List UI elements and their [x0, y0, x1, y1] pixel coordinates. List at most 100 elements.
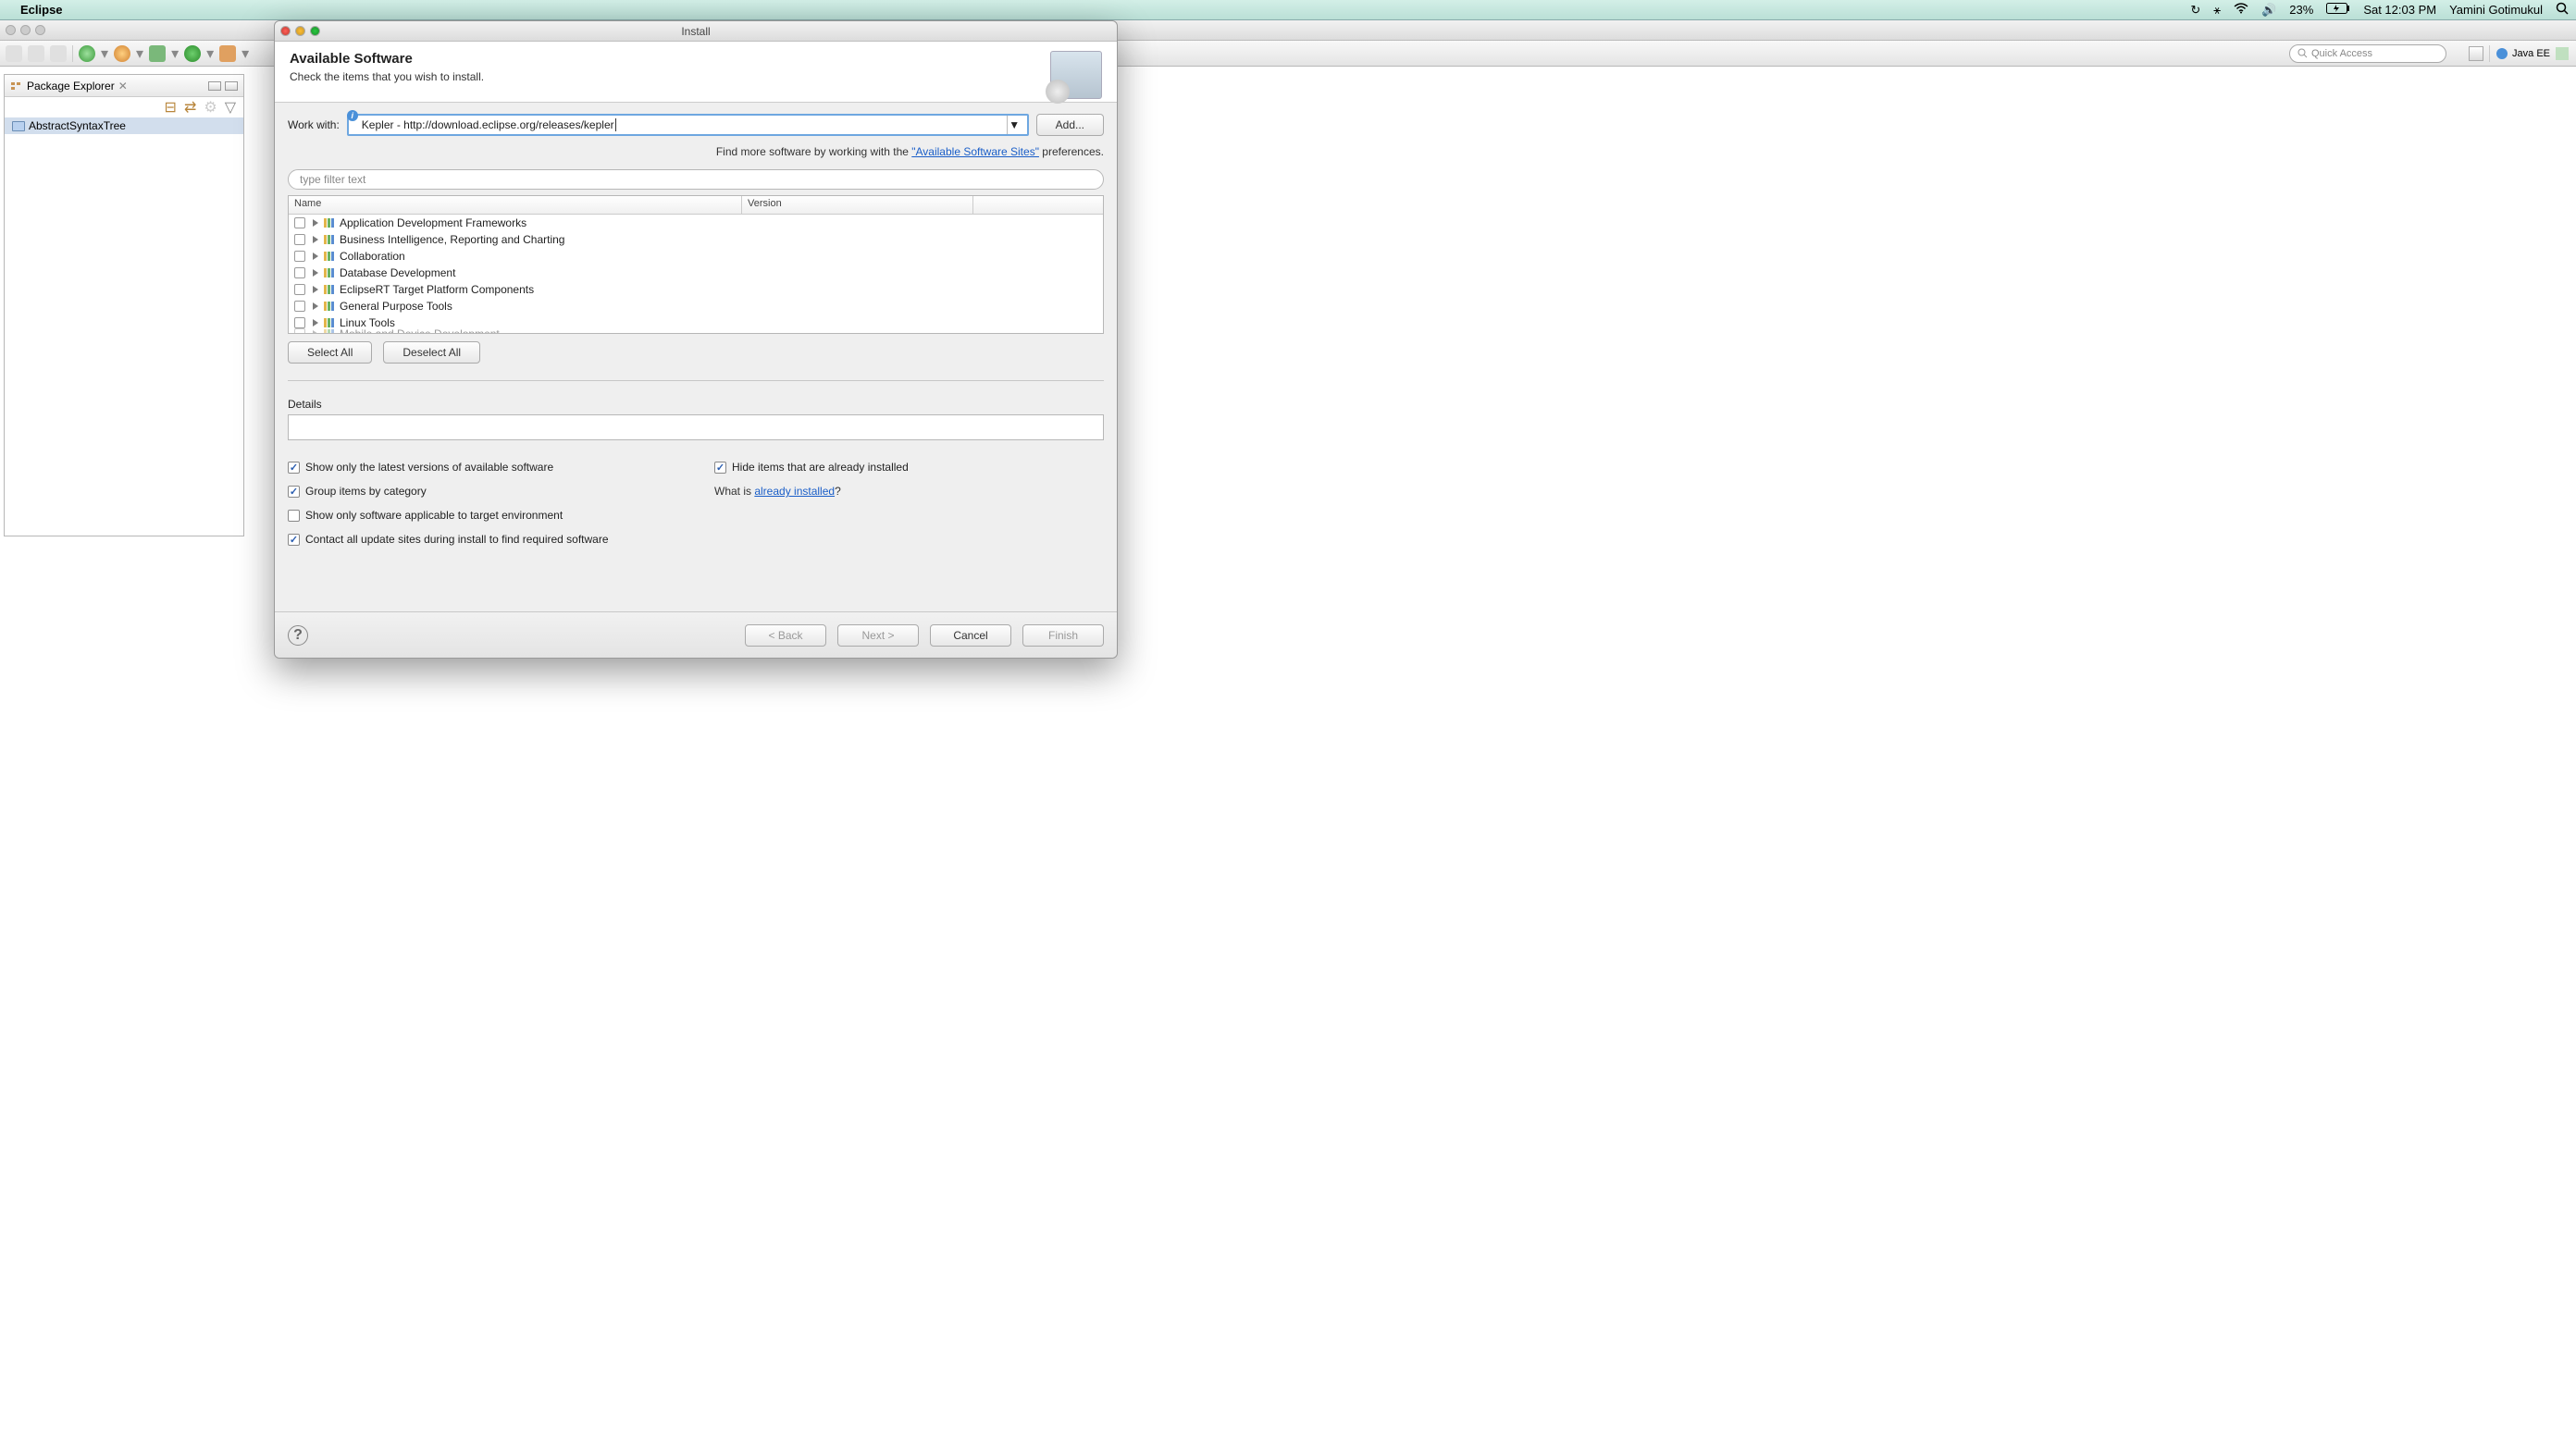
quick-access-input[interactable]: Quick Access [2289, 44, 2446, 63]
expand-icon[interactable] [313, 302, 318, 310]
bluetooth-icon[interactable]: ⚹ [2213, 3, 2221, 18]
category-row[interactable]: General Purpose Tools [289, 298, 1103, 314]
timemachine-icon[interactable]: ↻ [2190, 3, 2200, 18]
save-icon[interactable] [28, 45, 44, 62]
maximize-pane-icon[interactable] [225, 81, 238, 91]
expand-icon[interactable] [313, 286, 318, 293]
cancel-button[interactable]: Cancel [930, 624, 1011, 647]
chevron-down-icon[interactable]: ▼ [1007, 116, 1022, 134]
battery-icon[interactable] [2326, 3, 2350, 17]
javaee-perspective-icon[interactable]: Java EE [2496, 47, 2550, 60]
minimize-icon[interactable] [20, 25, 31, 35]
run-icon[interactable] [184, 45, 201, 62]
expand-icon[interactable] [313, 330, 318, 333]
spotlight-icon[interactable] [2556, 2, 2569, 18]
wifi-icon[interactable] [2234, 3, 2248, 17]
dialog-close-icon[interactable] [280, 26, 291, 36]
next-button[interactable]: Next > [837, 624, 919, 647]
zoom-icon[interactable] [35, 25, 45, 35]
filter-input[interactable]: type filter text [288, 169, 1104, 190]
opt-group-category[interactable]: Group items by category [288, 485, 677, 498]
run-external-icon[interactable] [149, 45, 166, 62]
deselect-all-button[interactable]: Deselect All [383, 341, 480, 364]
column-name[interactable]: Name [289, 196, 742, 214]
help-icon[interactable]: ? [288, 625, 308, 646]
category-row[interactable]: EclipseRT Target Platform Components [289, 281, 1103, 298]
category-row[interactable]: Business Intelligence, Reporting and Cha… [289, 231, 1103, 248]
dialog-zoom-icon[interactable] [310, 26, 320, 36]
expand-icon[interactable] [313, 219, 318, 227]
opt-contact-sites[interactable]: Contact all update sites during install … [288, 533, 677, 546]
saveall-icon[interactable] [50, 45, 67, 62]
package-explorer-title: Package Explorer [27, 80, 115, 92]
select-all-button[interactable]: Select All [288, 341, 372, 364]
work-with-combo[interactable]: i Kepler - http://download.eclipse.org/r… [347, 114, 1029, 136]
category-label: Collaboration [340, 250, 405, 263]
checkbox[interactable] [294, 234, 305, 245]
category-row[interactable]: Database Development [289, 265, 1103, 281]
opt-latest-versions[interactable]: Show only the latest versions of availab… [288, 461, 677, 474]
back-button[interactable]: < Back [745, 624, 826, 647]
dialog-subtitle: Check the items that you wish to install… [290, 70, 484, 83]
user-name[interactable]: Yamini Gotimukul [2449, 3, 2543, 17]
server-icon[interactable] [114, 45, 130, 62]
expand-icon[interactable] [313, 253, 318, 260]
mac-menubar: Eclipse ↻ ⚹ 🔊 23% Sat 12:03 PM Yamini Go… [0, 0, 2576, 20]
finish-button[interactable]: Finish [1022, 624, 1104, 647]
software-tree[interactable]: Name Version Application Development Fra… [288, 195, 1104, 334]
close-view-icon[interactable]: ✕ [118, 80, 128, 92]
minimize-pane-icon[interactable] [208, 81, 221, 91]
available-sites-link[interactable]: "Available Software Sites" [911, 145, 1039, 158]
checkbox[interactable] [294, 284, 305, 295]
new-project-icon[interactable] [219, 45, 236, 62]
install-dialog: Install Available Software Check the ite… [274, 20, 1118, 659]
already-installed-link[interactable]: already installed [754, 485, 835, 498]
link-editor-icon[interactable]: ⇄ [184, 98, 196, 117]
checkbox[interactable] [294, 328, 305, 333]
unknown-perspective-icon[interactable] [2556, 47, 2569, 60]
work-with-value: Kepler - http://download.eclipse.org/rel… [362, 118, 614, 131]
folder-icon [12, 121, 25, 131]
category-row[interactable]: Collaboration [289, 248, 1103, 265]
dialog-window-title: Install [681, 25, 710, 38]
project-item[interactable]: AbstractSyntaxTree [5, 117, 243, 134]
category-label: Mobile and Device Development [340, 327, 500, 333]
category-icon [324, 252, 334, 261]
column-version[interactable]: Version [742, 196, 973, 214]
volume-icon[interactable]: 🔊 [2261, 3, 2276, 18]
category-icon [324, 218, 334, 228]
category-icon [324, 302, 334, 311]
dialog-title: Available Software [290, 51, 484, 67]
open-perspective-icon[interactable] [2469, 46, 2483, 61]
category-label: General Purpose Tools [340, 300, 452, 313]
install-wizard-icon [1050, 51, 1102, 99]
expand-icon[interactable] [313, 236, 318, 243]
opt-target-env[interactable]: Show only software applicable to target … [288, 509, 677, 522]
category-row[interactable]: Mobile and Device Development [289, 326, 1103, 333]
debug-icon[interactable] [79, 45, 95, 62]
close-icon[interactable] [6, 25, 16, 35]
category-icon [324, 235, 334, 244]
category-icon [324, 285, 334, 294]
category-label: Database Development [340, 266, 455, 279]
hint-text: Find more software by working with the "… [288, 145, 1104, 158]
category-row[interactable]: Application Development Frameworks [289, 215, 1103, 231]
collapse-all-icon[interactable]: ⊟ [165, 98, 177, 117]
checkbox[interactable] [294, 301, 305, 312]
view-menu-icon[interactable]: ▽ [225, 98, 236, 117]
clock[interactable]: Sat 12:03 PM [2363, 3, 2436, 17]
new-icon[interactable] [6, 45, 22, 62]
details-box [288, 414, 1104, 440]
add-button[interactable]: Add... [1036, 114, 1104, 136]
category-label: Application Development Frameworks [340, 216, 526, 229]
category-icon [324, 329, 334, 333]
package-explorer-icon [10, 80, 23, 92]
opt-hide-installed[interactable]: Hide items that are already installed [714, 461, 1104, 474]
checkbox[interactable] [294, 217, 305, 228]
dialog-minimize-icon[interactable] [295, 26, 305, 36]
app-name[interactable]: Eclipse [20, 3, 63, 17]
view-filter-icon[interactable]: ⚙ [204, 98, 217, 117]
checkbox[interactable] [294, 251, 305, 262]
expand-icon[interactable] [313, 269, 318, 277]
checkbox[interactable] [294, 267, 305, 278]
